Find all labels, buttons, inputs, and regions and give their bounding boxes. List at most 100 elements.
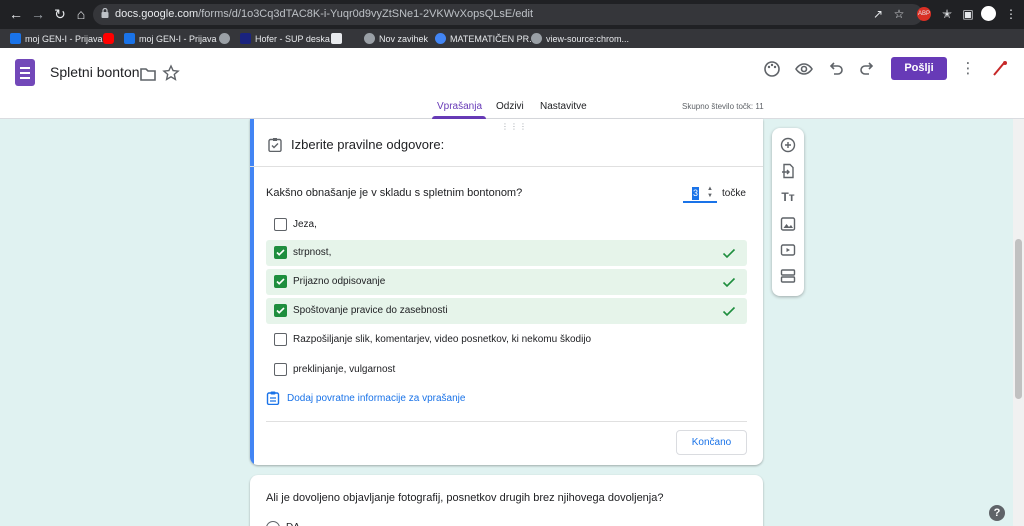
active-card-indicator <box>250 119 254 465</box>
points-value[interactable]: 3 <box>692 187 699 200</box>
add-section-icon[interactable] <box>780 268 796 284</box>
option-checkbox[interactable] <box>274 275 287 288</box>
option-row[interactable]: Razpošiljanje slik, komentarjev, video p… <box>266 327 747 353</box>
checkbox-check-icon <box>276 278 285 285</box>
bookmark-item[interactable]: view-source:chrom... <box>531 31 629 46</box>
option-label: Razpošiljanje slik, komentarjev, video p… <box>293 334 592 345</box>
bookmark-item[interactable] <box>219 31 230 46</box>
bookmark-label: moj GEN-I - Prijava <box>25 33 103 44</box>
divider <box>266 421 747 422</box>
extensions-puzzle-icon[interactable]: ✭ <box>939 6 955 22</box>
add-question-icon[interactable] <box>780 137 796 153</box>
share-icon[interactable]: ↗ <box>870 6 886 22</box>
bookmark-label: Nov zavihek <box>379 33 429 44</box>
points-input[interactable]: 3 ▲ ▼ <box>683 185 717 203</box>
points-stepper-icon[interactable]: ▲ ▼ <box>707 186 713 200</box>
geni-favicon-icon <box>124 33 135 44</box>
answer-key-title: Izberite pravilne odgovore: <box>291 137 445 152</box>
bookmark-star-icon[interactable]: ☆ <box>891 6 907 22</box>
more-options-icon[interactable]: ⋮ <box>959 60 977 78</box>
send-button[interactable]: Pošlji <box>891 57 947 80</box>
option-label: Prijazno odpisovanje <box>293 276 386 287</box>
preview-eye-icon[interactable] <box>795 60 813 78</box>
correct-check-icon <box>722 277 736 288</box>
browser-menu-icon[interactable]: ⋮ <box>1003 6 1019 22</box>
address-bar[interactable]: docs.google.com/forms/d/1o3Cq3dTAC8K-i-Y… <box>93 4 923 25</box>
redo-icon[interactable] <box>858 60 876 78</box>
tab-settings[interactable]: Nastavitve <box>540 101 587 112</box>
globe-favicon-icon <box>531 33 542 44</box>
option-row[interactable]: preklinjanje, vulgarnost <box>266 357 747 383</box>
option-label: strpnost, <box>293 247 332 258</box>
option-label: preklinjanje, vulgarnost <box>293 364 396 375</box>
correct-option-row[interactable]: Spoštovanje pravice do zasebnosti <box>266 298 747 324</box>
globe-favicon-icon <box>219 33 230 44</box>
option-label: Spoštovanje pravice do zasebnosti <box>293 305 448 316</box>
star-icon[interactable] <box>162 64 180 82</box>
folder-icon[interactable] <box>139 65 157 83</box>
bookmark-label: MATEMATIČEN PR... <box>450 33 537 44</box>
geni-favicon-icon <box>10 33 21 44</box>
option-checkbox[interactable] <box>274 246 287 259</box>
correct-option-row[interactable]: strpnost, <box>266 240 747 266</box>
question-title: Ali je dovoljeno objavljanje fotografij,… <box>266 492 664 504</box>
correct-check-icon <box>722 248 736 259</box>
bookmark-item[interactable]: Hofer - SUP deska <box>240 31 330 46</box>
page-scrollbar[interactable] <box>1013 119 1024 526</box>
option-checkbox[interactable] <box>274 333 287 346</box>
drag-handle-icon[interactable]: ⋮⋮⋮ <box>501 122 528 131</box>
palette-icon[interactable] <box>763 60 781 78</box>
url-text: docs.google.com/forms/d/1o3Cq3dTAC8K-i-Y… <box>115 8 533 20</box>
bookmark-label: view-source:chrom... <box>546 33 630 44</box>
account-avatar[interactable] <box>991 59 1009 77</box>
lock-icon <box>101 8 109 18</box>
home-icon[interactable]: ⌂ <box>73 6 89 22</box>
side-panel-icon[interactable]: ▣ <box>960 6 976 22</box>
hofer-favicon-icon <box>240 33 251 44</box>
generic-favicon-icon <box>331 33 342 44</box>
add-feedback-link[interactable]: Dodaj povratne informacije za vprašanje <box>266 391 465 405</box>
bookmark-item[interactable]: MATEMATIČEN PR... <box>435 31 537 46</box>
option-checkbox[interactable] <box>274 363 287 376</box>
next-question-card[interactable]: Ali je dovoljeno objavljanje fotografij,… <box>250 475 763 526</box>
bookmarks-bar: moj GEN-I - Prijava moj GEN-I - Prijava … <box>0 29 1024 48</box>
import-questions-icon[interactable] <box>780 163 796 179</box>
forward-arrow-icon[interactable]: → <box>30 6 46 22</box>
option-row[interactable]: Jeza, <box>266 212 747 238</box>
edge-favicon-icon <box>435 33 446 44</box>
bookmark-item[interactable]: moj GEN-I - Prijava <box>124 31 217 46</box>
option-checkbox[interactable] <box>274 304 287 317</box>
adblock-extension-icon[interactable]: ABP <box>917 7 931 21</box>
question-card[interactable]: Izberite pravilne odgovore: ⋮⋮⋮ Kakšno o… <box>250 119 763 465</box>
bookmark-item[interactable]: moj GEN-I - Prijava <box>10 31 103 46</box>
url-path: /forms/d/1o3Cq3dTAC8K-i-Yuqr0d9vyZtSNe1-… <box>198 8 534 20</box>
bookmark-item[interactable] <box>103 31 114 46</box>
tab-responses[interactable]: Odzivi <box>496 101 524 112</box>
profile-avatar[interactable] <box>981 6 996 21</box>
add-video-icon[interactable] <box>780 242 796 258</box>
forms-header: Spletni bonton Pošlji ⋮ Vprašanja Odzivi… <box>0 48 1024 119</box>
undo-icon[interactable] <box>827 60 845 78</box>
back-arrow-icon[interactable]: ← <box>8 6 24 22</box>
help-icon[interactable]: ? <box>989 505 1005 521</box>
reload-icon[interactable]: ↻ <box>52 6 68 22</box>
tab-questions[interactable]: Vprašanja <box>437 101 482 112</box>
scrollbar-thumb[interactable] <box>1015 239 1022 399</box>
add-image-icon[interactable] <box>780 216 796 232</box>
option-label: DA <box>286 522 300 526</box>
done-button[interactable]: Končano <box>676 430 747 455</box>
question-title: Kakšno obnašanje je v skladu s spletnim … <box>266 187 523 199</box>
radio-option[interactable] <box>266 521 280 526</box>
forms-logo-icon[interactable] <box>15 59 35 86</box>
option-checkbox[interactable] <box>274 218 287 231</box>
checkbox-check-icon <box>276 307 285 314</box>
option-label: Jeza, <box>293 219 317 230</box>
bookmark-item[interactable] <box>331 31 342 46</box>
add-title-icon[interactable]: Tт <box>780 189 796 205</box>
bookmark-item[interactable]: Nov zavihek <box>364 31 428 46</box>
globe-favicon-icon <box>364 33 375 44</box>
youtube-favicon-icon <box>103 33 114 44</box>
form-title[interactable]: Spletni bonton <box>50 64 140 80</box>
correct-option-row[interactable]: Prijazno odpisovanje <box>266 269 747 295</box>
checkbox-check-icon <box>276 249 285 256</box>
